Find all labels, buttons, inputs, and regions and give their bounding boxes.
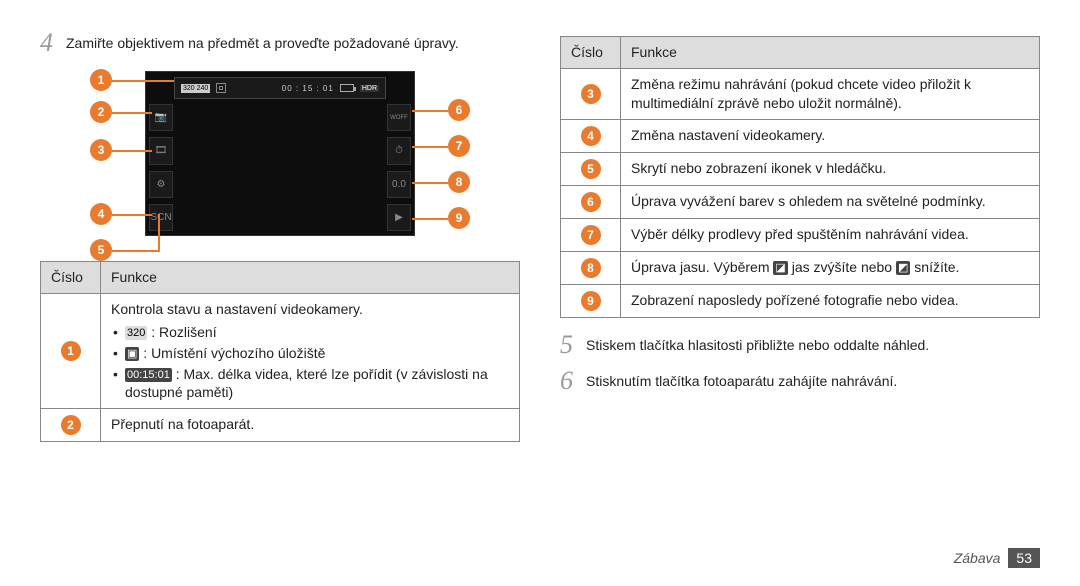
step-text: Stisknutím tlačítka fotoaparátu zahájíte… (586, 368, 897, 392)
timer-icon: ⏱ (387, 137, 411, 164)
row3-text: Změna režimu nahrávání (pokud chcete vid… (621, 68, 1040, 119)
table-row: 1 Kontrola stavu a nastavení videokamery… (41, 293, 520, 408)
col-header-number: Číslo (561, 37, 621, 69)
right-toolbar: WOFF ⏱ 0.0 ▶ (387, 104, 411, 231)
callout-2: 2 (90, 101, 112, 123)
step-text: Zamiřte objektivem na předmět a proveďte… (66, 30, 459, 54)
table-row: 6 Úprava vyvážení barev s ohledem na svě… (561, 185, 1040, 218)
camera-topbar: 320 240 00 : 15 : 01 HDR (174, 77, 386, 99)
table-row: 3 Změna režimu nahrávání (pokud chcete v… (561, 68, 1040, 119)
time-inline-icon: 00:15:01 (125, 368, 172, 382)
left-reference-table: Číslo Funkce 1 Kontrola stavu a nastaven… (40, 261, 520, 442)
callout-1: 1 (90, 69, 112, 91)
callout-4: 4 (90, 203, 112, 225)
record-time: 00 : 15 : 01 (282, 84, 334, 93)
storage-icon (216, 83, 226, 93)
col-header-function: Funkce (621, 37, 1040, 69)
right-reference-table: Číslo Funkce 3 Změna režimu nahrávání (p… (560, 36, 1040, 318)
row6-text: Úprava vyvážení barev s ohledem na světe… (621, 185, 1040, 218)
badge-4: 4 (581, 126, 601, 146)
callout-6: 6 (448, 99, 470, 121)
step-6: 6 Stisknutím tlačítka fotoaparátu zahájí… (560, 368, 1040, 394)
row7-text: Výběr délky prodlevy před spuštěním nahr… (621, 218, 1040, 251)
step-number: 5 (560, 332, 586, 358)
storage-inline-icon: ▣ (125, 347, 139, 361)
play-icon: ▶ (387, 204, 411, 231)
list-item: ▣ : Umístění výchozího úložiště (111, 344, 509, 363)
row8-text: Úprava jasu. Výběrem ◪ jas zvýšíte nebo … (621, 251, 1040, 284)
row1-intro: Kontrola stavu a nastavení videokamery. (111, 301, 363, 317)
brightness-up-icon: ◪ (773, 261, 787, 275)
badge-6: 6 (581, 192, 601, 212)
resolution-icon: 320 (125, 326, 147, 340)
page-number: 53 (1008, 548, 1040, 568)
step-number: 6 (560, 368, 586, 394)
table-row: 8 Úprava jasu. Výběrem ◪ jas zvýšíte neb… (561, 251, 1040, 284)
mode-icon: 🎞 (149, 137, 173, 164)
scene-icon: SCN (149, 204, 173, 231)
callout-3: 3 (90, 139, 112, 161)
col-header-number: Číslo (41, 262, 101, 294)
list-item: 320 : Rozlišení (111, 323, 509, 342)
settings-icon: ⚙ (149, 171, 173, 198)
badge-5: 5 (581, 159, 601, 179)
badge-1: 1 (61, 341, 81, 361)
row5-text: Skrytí nebo zobrazení ikonek v hledáčku. (621, 152, 1040, 185)
step-5: 5 Stiskem tlačítka hlasitosti přibližte … (560, 332, 1040, 358)
table-row: 5 Skrytí nebo zobrazení ikonek v hledáčk… (561, 152, 1040, 185)
col-header-function: Funkce (101, 262, 520, 294)
battery-icon (340, 84, 354, 92)
camera-diagram: 320 240 00 : 15 : 01 HDR 📷 🎞 ⚙ SCN WOFF … (90, 71, 470, 236)
table-row: 4 Změna nastavení videokamery. (561, 119, 1040, 152)
badge-3: 3 (581, 84, 601, 104)
callout-8: 8 (448, 171, 470, 193)
resolution-badge: 320 240 (181, 84, 210, 93)
table-row: 7 Výběr délky prodlevy před spuštěním na… (561, 218, 1040, 251)
exposure-icon: 0.0 (387, 171, 411, 198)
step-4: 4 Zamiřte objektivem na předmět a proveď… (40, 30, 520, 56)
white-balance-icon: WOFF (387, 104, 411, 131)
table-row: 2 Přepnutí na fotoaparát. (41, 409, 520, 442)
page-footer: Zábava 53 (954, 548, 1040, 568)
badge-7: 7 (581, 225, 601, 245)
row9-text: Zobrazení naposledy pořízené fotografie … (621, 284, 1040, 317)
section-name: Zábava (954, 550, 1001, 566)
hdr-badge: HDR (360, 85, 379, 92)
badge-2: 2 (61, 415, 81, 435)
left-toolbar: 📷 🎞 ⚙ SCN (149, 104, 173, 231)
callout-9: 9 (448, 207, 470, 229)
camera-screen: 320 240 00 : 15 : 01 HDR 📷 🎞 ⚙ SCN WOFF … (145, 71, 415, 236)
step-text: Stiskem tlačítka hlasitosti přibližte ne… (586, 332, 929, 356)
list-item: 00:15:01 : Max. délka videa, které lze p… (111, 365, 509, 403)
row4-text: Změna nastavení videokamery. (621, 119, 1040, 152)
row2-text: Přepnutí na fotoaparát. (101, 409, 520, 442)
step-number: 4 (40, 30, 66, 56)
callout-5: 5 (90, 239, 112, 261)
camera-switch-icon: 📷 (149, 104, 173, 131)
badge-8: 8 (581, 258, 601, 278)
brightness-down-icon: ◩ (896, 261, 910, 275)
callout-7: 7 (448, 135, 470, 157)
table-row: 9 Zobrazení naposledy pořízené fotografi… (561, 284, 1040, 317)
badge-9: 9 (581, 291, 601, 311)
